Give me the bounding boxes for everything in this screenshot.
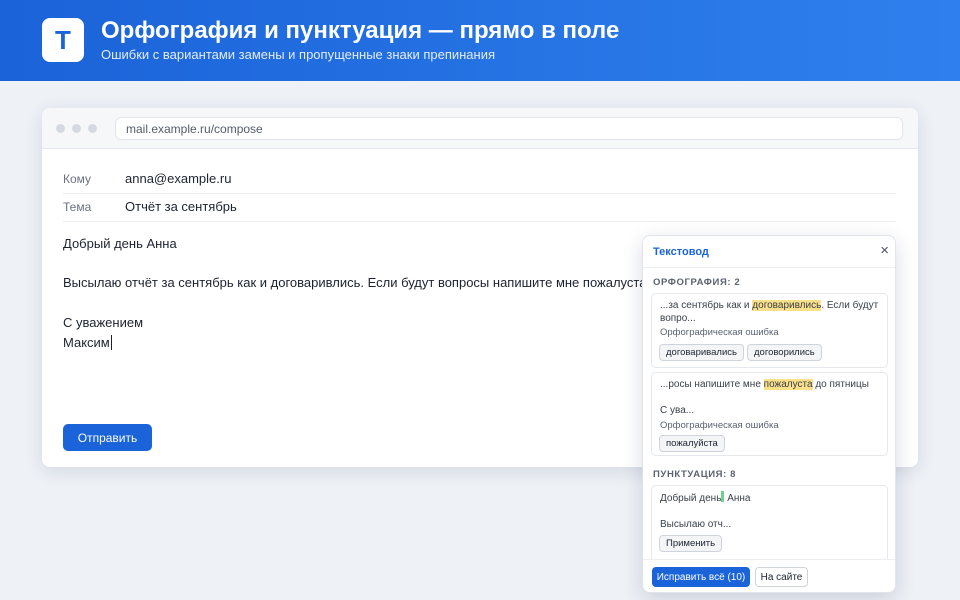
issue-snippet: ...росы напишите мне пожалуста до пятниц… (660, 378, 880, 391)
suggestion-button[interactable]: договаривались (659, 344, 744, 361)
window-minimize-dot[interactable] (72, 124, 81, 133)
panel-header: Текстовод × (643, 236, 895, 268)
issue-snippet: Добрый день Анна (660, 491, 880, 505)
apply-fix-button[interactable]: Применить (659, 535, 723, 552)
spelling-issue-card[interactable]: ...за сентябрь как и договаривлись. Если… (651, 293, 888, 368)
misspelled-word: договаривлись (752, 300, 822, 311)
subject-input[interactable]: Отчёт за сентябрь (125, 199, 237, 214)
panel-footer: Исправить всё (10) На сайте (643, 559, 895, 592)
banner-subtitle: Ошибки с вариантами замены и пропущенные… (101, 47, 496, 62)
issue-snippet-continuation: С ува... (660, 405, 695, 416)
assistant-panel: Текстовод × ОРФОГРАФИЯ: 2 ...за сентябрь… (642, 235, 896, 593)
to-field-row: Кому anna@example.ru (63, 166, 896, 194)
issue-kind: Орфографическая ошибка (660, 327, 779, 338)
snippet-after: Анна (724, 493, 751, 504)
snippet-before: ...за сентябрь как и (660, 300, 753, 311)
browser-chrome: mail.example.ru/compose (42, 108, 918, 149)
panel-title: Текстовод (653, 246, 709, 258)
on-site-button[interactable]: На сайте (755, 567, 808, 587)
punctuation-section-title: ПУНКТУАЦИЯ: 8 (653, 469, 736, 480)
misspelled-word: пожалуста (763, 379, 813, 390)
issue-snippet-continuation: Высылаю отч... (660, 519, 732, 530)
spelling-section-title: ОРФОГРАФИЯ: 2 (653, 277, 741, 288)
body-line-closing: С уважением (63, 315, 144, 330)
issue-kind: Орфографическая ошибка (660, 420, 779, 431)
subject-label: Тема (63, 200, 92, 214)
app-logo: T (42, 18, 84, 62)
header-banner: T Орфография и пунктуация — прямо в поле… (0, 0, 960, 81)
suggestion-button[interactable]: пожалуйста (659, 435, 725, 452)
text-caret (110, 335, 112, 350)
window-close-dot[interactable] (56, 124, 65, 133)
banner-title: Орфография и пунктуация — прямо в поле (101, 17, 620, 44)
to-input[interactable]: anna@example.ru (125, 171, 231, 186)
punctuation-issue-card[interactable]: Добрый день Анна Высылаю отч... Применит… (651, 485, 888, 559)
body-line-greeting: Добрый день Анна (63, 236, 177, 251)
snippet-before: ...росы напишите мне (660, 379, 764, 390)
address-bar[interactable]: mail.example.ru/compose (115, 117, 903, 140)
subject-field-row: Тема Отчёт за сентябрь (63, 194, 896, 222)
signature-text: Максим (63, 335, 110, 350)
close-icon[interactable]: × (880, 242, 889, 259)
spelling-issue-card[interactable]: ...росы напишите мне пожалуста до пятниц… (651, 372, 888, 456)
fix-all-button[interactable]: Исправить всё (10) (652, 567, 750, 587)
issue-snippet: ...за сентябрь как и договаривлись. Если… (660, 299, 880, 325)
suggestion-button[interactable]: договорились (747, 344, 822, 361)
send-button[interactable]: Отправить (63, 424, 152, 451)
window-maximize-dot[interactable] (88, 124, 97, 133)
body-line-main: Высылаю отчёт за сентябрь как и договари… (63, 275, 658, 290)
to-label: Кому (63, 172, 92, 186)
snippet-after: до пятницы (812, 379, 869, 390)
body-line-signature: Максим (63, 335, 112, 350)
snippet-before: Добрый день (660, 493, 722, 504)
panel-issues-list[interactable]: ОРФОГРАФИЯ: 2 ...за сентябрь как и догов… (643, 269, 895, 559)
